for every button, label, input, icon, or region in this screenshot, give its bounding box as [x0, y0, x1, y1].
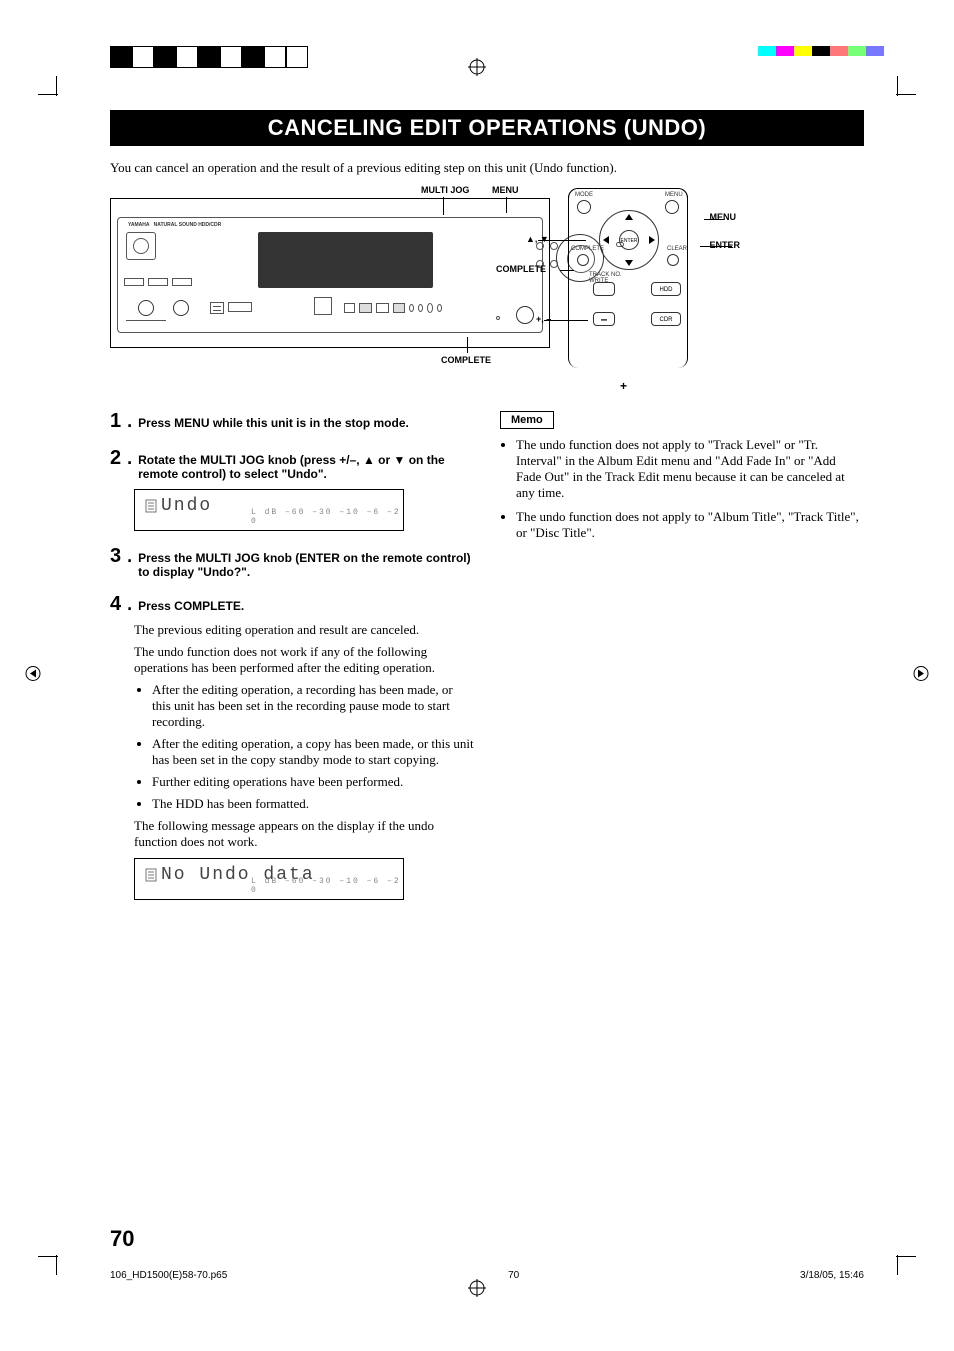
lcd-scale: L dB –60 –30 –10 –6 –2 0 [251, 877, 403, 895]
remote-label-menu: MENU [665, 192, 683, 198]
mode-button-icon [577, 200, 591, 214]
lcd-display: Undo L dB –60 –30 –10 –6 –2 0 [134, 489, 404, 531]
page-title: CANCELING EDIT OPERATIONS (UNDO) [110, 110, 864, 146]
intro-text: You can cancel an operation and the resu… [110, 160, 864, 176]
big-knob-icon [516, 306, 534, 324]
step-number: 1 [110, 410, 121, 433]
remote-diagram: MODE MENU ENTER COMPLETE CLEAR TRACK NO.… [568, 198, 728, 368]
color-bars-left [110, 46, 308, 68]
step-title: Press the MULTI JOG knob (ENTER on the r… [138, 551, 474, 579]
registration-mark-top-icon [468, 58, 486, 76]
minus-button-icon: – [593, 312, 615, 326]
side-arrow-left-icon [25, 665, 41, 686]
footer-timestamp: 3/18/05, 15:46 [800, 1270, 864, 1281]
step-title: Press COMPLETE. [138, 599, 244, 613]
chip-icon [210, 302, 224, 314]
grid-icon [314, 297, 332, 315]
callout-complete: COMPLETE [496, 264, 546, 274]
bullet-item: After the editing operation, a recording… [152, 682, 474, 730]
menu-button-icon [665, 200, 679, 214]
knob-icon [173, 300, 189, 316]
label-complete: COMPLETE [441, 355, 491, 365]
step-title: Rotate the MULTI JOG knob (press +/–, ▲ … [138, 453, 474, 481]
disc-tray-icon [126, 232, 156, 260]
step-bullets: After the editing operation, a recording… [134, 682, 474, 812]
step-title: Press MENU while this unit is in the sto… [138, 416, 409, 430]
remote-label-clear: CLEAR [667, 246, 687, 252]
cdrw-icon [228, 302, 252, 312]
display-panel-icon [258, 232, 433, 288]
memo-item: The undo function does not apply to "Alb… [516, 509, 864, 541]
unit-diagram: MULTI JOG MENU COMPLETE YAMAHA NATURAL S… [110, 198, 550, 348]
memo-item: The undo function does not apply to "Tra… [516, 437, 864, 501]
registration-mark-bottom-icon [468, 1279, 486, 1297]
knob-icon [138, 300, 154, 316]
step-number: 3 [110, 545, 121, 568]
lcd-scale: L dB –60 –30 –10 –6 –2 0 [251, 508, 403, 526]
memo-label: Memo [500, 411, 554, 429]
page-number: 70 [110, 1226, 134, 1252]
lcd-text: Undo [161, 496, 212, 516]
step-number: 4 [110, 593, 121, 616]
button-group-icon [124, 278, 192, 286]
dpad-icon: ENTER [599, 210, 659, 270]
callout-plusminus: +, – [536, 314, 551, 324]
footer-page: 70 [508, 1270, 519, 1281]
step-4: 4. Press COMPLETE. The previous editing … [110, 593, 474, 900]
label-menu: MENU [492, 185, 519, 195]
page-icon [145, 868, 157, 882]
step-1: 1. Press MENU while this unit is in the … [110, 410, 474, 433]
step-number: 2 [110, 447, 121, 470]
crop-mark-icon [38, 76, 68, 106]
right-column: Memo The undo function does not apply to… [500, 410, 864, 914]
side-arrow-right-icon [913, 665, 929, 686]
content-columns: 1. Press MENU while this unit is in the … [110, 410, 864, 914]
page-icon [145, 499, 157, 513]
callout-enter: ENTER [709, 240, 740, 250]
callout-menu: MENU [710, 212, 737, 222]
bullet-item: The HDD has been formatted. [152, 796, 474, 812]
step-body-text: The following message appears on the dis… [134, 818, 474, 850]
diagram-row: MULTI JOG MENU COMPLETE YAMAHA NATURAL S… [110, 198, 864, 368]
enter-button-icon: ENTER [619, 230, 639, 250]
right-arrow-icon [649, 236, 655, 244]
cdr-button-icon: CDR [651, 312, 681, 326]
remote-label-complete: COMPLETE [571, 246, 604, 252]
trackno-button-icon: + [593, 282, 615, 296]
crop-mark-icon [38, 1245, 68, 1275]
left-arrow-icon [603, 236, 609, 244]
crop-mark-icon [886, 76, 916, 106]
step-body-text: The previous editing operation and resul… [134, 622, 474, 638]
remote-label-mode: MODE [575, 192, 593, 198]
clear-button-icon [667, 254, 679, 266]
step-3: 3. Press the MULTI JOG knob (ENTER on th… [110, 545, 474, 579]
step-body-text: The undo function does not work if any o… [134, 644, 474, 676]
step-2: 2. Rotate the MULTI JOG knob (press +/–,… [110, 447, 474, 531]
bullet-item: After the editing operation, a copy has … [152, 736, 474, 768]
memo-list: The undo function does not apply to "Tra… [500, 437, 864, 541]
down-arrow-icon [625, 260, 633, 266]
complete-button-icon [577, 254, 589, 266]
jack-icon [126, 320, 166, 328]
page-content: CANCELING EDIT OPERATIONS (UNDO) You can… [110, 110, 864, 914]
footer: 106_HD1500(E)58-70.p65 70 3/18/05, 15:46 [110, 1270, 864, 1281]
hdd-button-icon: HDD [651, 282, 681, 296]
label-multi-jog: MULTI JOG [421, 185, 469, 195]
brand-text: YAMAHA NATURAL SOUND HDD/CDR [128, 222, 221, 228]
bullet-item: Further editing operations have been per… [152, 774, 474, 790]
callout-updown: ▲, ▼ [526, 234, 549, 244]
lcd-display: No Undo data L dB –60 –30 –10 –6 –2 0 [134, 858, 404, 900]
left-column: 1. Press MENU while this unit is in the … [110, 410, 474, 914]
up-arrow-icon [625, 214, 633, 220]
crop-mark-icon [886, 1245, 916, 1275]
footer-filename: 106_HD1500(E)58-70.p65 [110, 1270, 227, 1281]
color-bars-right [758, 46, 884, 56]
